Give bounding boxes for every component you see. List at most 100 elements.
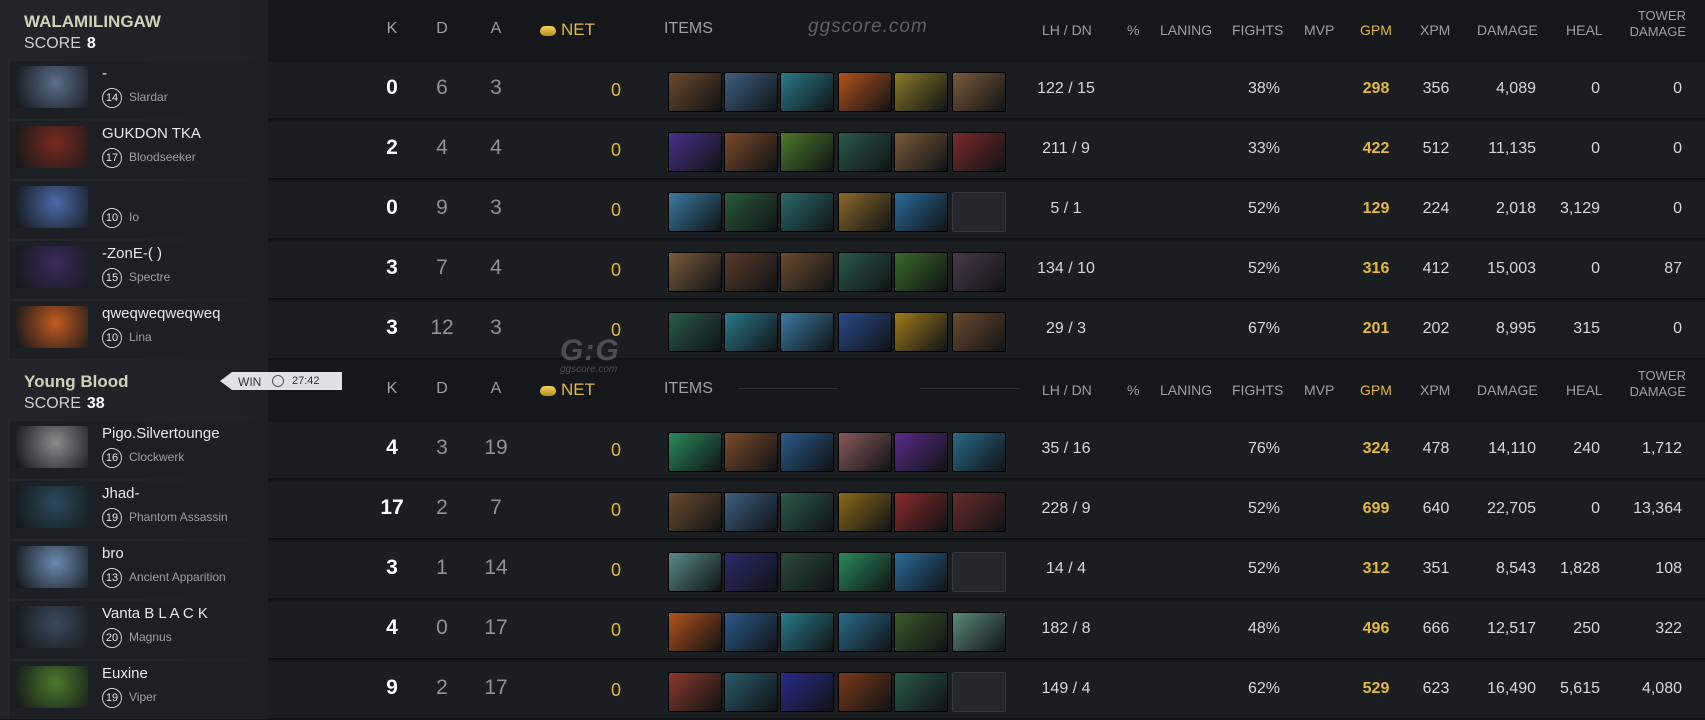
gpm-value: 529 xyxy=(1362,680,1390,697)
item-icon[interactable] xyxy=(780,252,834,292)
item-icon[interactable] xyxy=(952,492,1006,532)
player-name[interactable]: bro xyxy=(102,545,124,562)
item-icon[interactable] xyxy=(780,132,834,172)
item-icon[interactable] xyxy=(668,672,722,712)
player-card[interactable]: Vanta B L A C K 20 Magnus xyxy=(10,601,268,659)
header-percent: % xyxy=(1127,22,1140,38)
player-card[interactable]: - 14 Slardar xyxy=(10,61,268,119)
item-icon[interactable] xyxy=(724,612,778,652)
logo-small: ggscore.com xyxy=(560,364,618,375)
player-card[interactable]: GUKDON TKA 17 Bloodseeker xyxy=(10,121,268,179)
item-icon[interactable] xyxy=(780,492,834,532)
kills-value: 4 xyxy=(386,616,398,639)
item-icon[interactable] xyxy=(894,132,948,172)
player-name[interactable]: Jhad- xyxy=(102,485,140,502)
item-icon[interactable] xyxy=(724,552,778,592)
player-card[interactable]: 10 Io xyxy=(10,181,268,239)
item-icon[interactable] xyxy=(894,312,948,352)
item-icon[interactable] xyxy=(780,612,834,652)
item-icon[interactable] xyxy=(838,72,892,112)
item-icon[interactable] xyxy=(952,432,1006,472)
item-icon[interactable] xyxy=(838,312,892,352)
item-icon[interactable] xyxy=(668,612,722,652)
hero-portrait xyxy=(16,666,88,708)
tower-damage-value: 0 xyxy=(1673,140,1682,157)
player-card[interactable]: -ZonE-( ) 15 Spectre xyxy=(10,241,268,299)
stats-row: 9 2 17 0 149 / 4 62% 529 623 16,490 5,615 4,080 xyxy=(268,662,1705,720)
gpm-value: 496 xyxy=(1362,620,1390,637)
item-icon[interactable] xyxy=(838,132,892,172)
item-icon[interactable] xyxy=(894,432,948,472)
header-d: D xyxy=(436,20,448,37)
hero-level-badge: 17 xyxy=(102,148,122,168)
item-icon[interactable] xyxy=(838,672,892,712)
item-icon[interactable] xyxy=(668,492,722,532)
gpm-value: 312 xyxy=(1362,560,1390,577)
player-name[interactable]: GUKDON TKA xyxy=(102,125,201,142)
item-icon[interactable] xyxy=(668,432,722,472)
item-icon[interactable] xyxy=(894,552,948,592)
item-icon[interactable] xyxy=(668,312,722,352)
item-icon[interactable] xyxy=(952,312,1006,352)
item-icon[interactable] xyxy=(838,432,892,472)
item-icon[interactable] xyxy=(894,72,948,112)
header-d: D xyxy=(436,380,448,397)
deaths-value: 2 xyxy=(436,676,448,699)
item-icon[interactable] xyxy=(838,552,892,592)
player-name[interactable]: - xyxy=(102,65,107,82)
item-icon[interactable] xyxy=(724,132,778,172)
item-icon[interactable] xyxy=(894,672,948,712)
item-icon[interactable] xyxy=(668,192,722,232)
player-name[interactable]: -ZonE-( ) xyxy=(102,245,162,262)
item-icon[interactable] xyxy=(724,492,778,532)
item-icon[interactable] xyxy=(838,252,892,292)
item-icon[interactable] xyxy=(838,192,892,232)
player-card[interactable]: bro 13 Ancient Apparition xyxy=(10,541,268,599)
item-icon[interactable] xyxy=(780,72,834,112)
item-icon[interactable] xyxy=(894,612,948,652)
assists-value: 14 xyxy=(484,556,508,579)
item-icon[interactable] xyxy=(780,312,834,352)
item-icon[interactable] xyxy=(724,252,778,292)
item-icon[interactable] xyxy=(724,432,778,472)
item-icon[interactable] xyxy=(780,552,834,592)
player-name[interactable]: Euxine xyxy=(102,665,148,682)
item-icon[interactable] xyxy=(952,612,1006,652)
player-name[interactable]: qweqweqweqweq xyxy=(102,305,220,322)
item-icon[interactable] xyxy=(724,72,778,112)
item-icon[interactable] xyxy=(780,192,834,232)
fights-percent: 33% xyxy=(1247,140,1281,157)
item-icon[interactable] xyxy=(668,132,722,172)
hero-name: Magnus xyxy=(129,630,172,644)
item-icon[interactable] xyxy=(724,312,778,352)
item-icon[interactable] xyxy=(894,192,948,232)
item-icon[interactable] xyxy=(952,132,1006,172)
item-icon[interactable] xyxy=(838,492,892,532)
hero-portrait xyxy=(16,306,88,348)
player-name[interactable]: Vanta B L A C K xyxy=(102,605,208,622)
player-name[interactable]: Pigo.Silvertounge xyxy=(102,425,220,442)
item-icon[interactable] xyxy=(668,552,722,592)
item-icon[interactable] xyxy=(668,72,722,112)
player-card[interactable]: qweqweqweqweq 10 Lina xyxy=(10,301,268,359)
player-card[interactable]: Pigo.Silvertounge 16 Clockwerk xyxy=(10,421,268,479)
item-icon[interactable] xyxy=(894,492,948,532)
item-icon[interactable] xyxy=(952,252,1006,292)
item-icon[interactable] xyxy=(780,672,834,712)
deaths-value: 4 xyxy=(436,136,448,159)
item-icon[interactable] xyxy=(838,612,892,652)
item-icon[interactable] xyxy=(894,252,948,292)
item-icon[interactable] xyxy=(724,192,778,232)
item-icon[interactable] xyxy=(952,72,1006,112)
header-damage: DAMAGE xyxy=(1477,22,1538,38)
item-icon[interactable] xyxy=(668,252,722,292)
player-card[interactable]: Jhad- 19 Phantom Assassin xyxy=(10,481,268,539)
player-card[interactable]: Euxine 19 Viper xyxy=(10,661,268,719)
hero-name: Lina xyxy=(129,330,152,344)
deaths-value: 1 xyxy=(436,556,448,579)
ggscore-logo: G:G ggscore.com xyxy=(560,334,620,375)
item-icon[interactable] xyxy=(780,432,834,472)
hero-portrait xyxy=(16,606,88,648)
header-lhdn: LH / DN xyxy=(1042,382,1092,398)
item-icon[interactable] xyxy=(724,672,778,712)
